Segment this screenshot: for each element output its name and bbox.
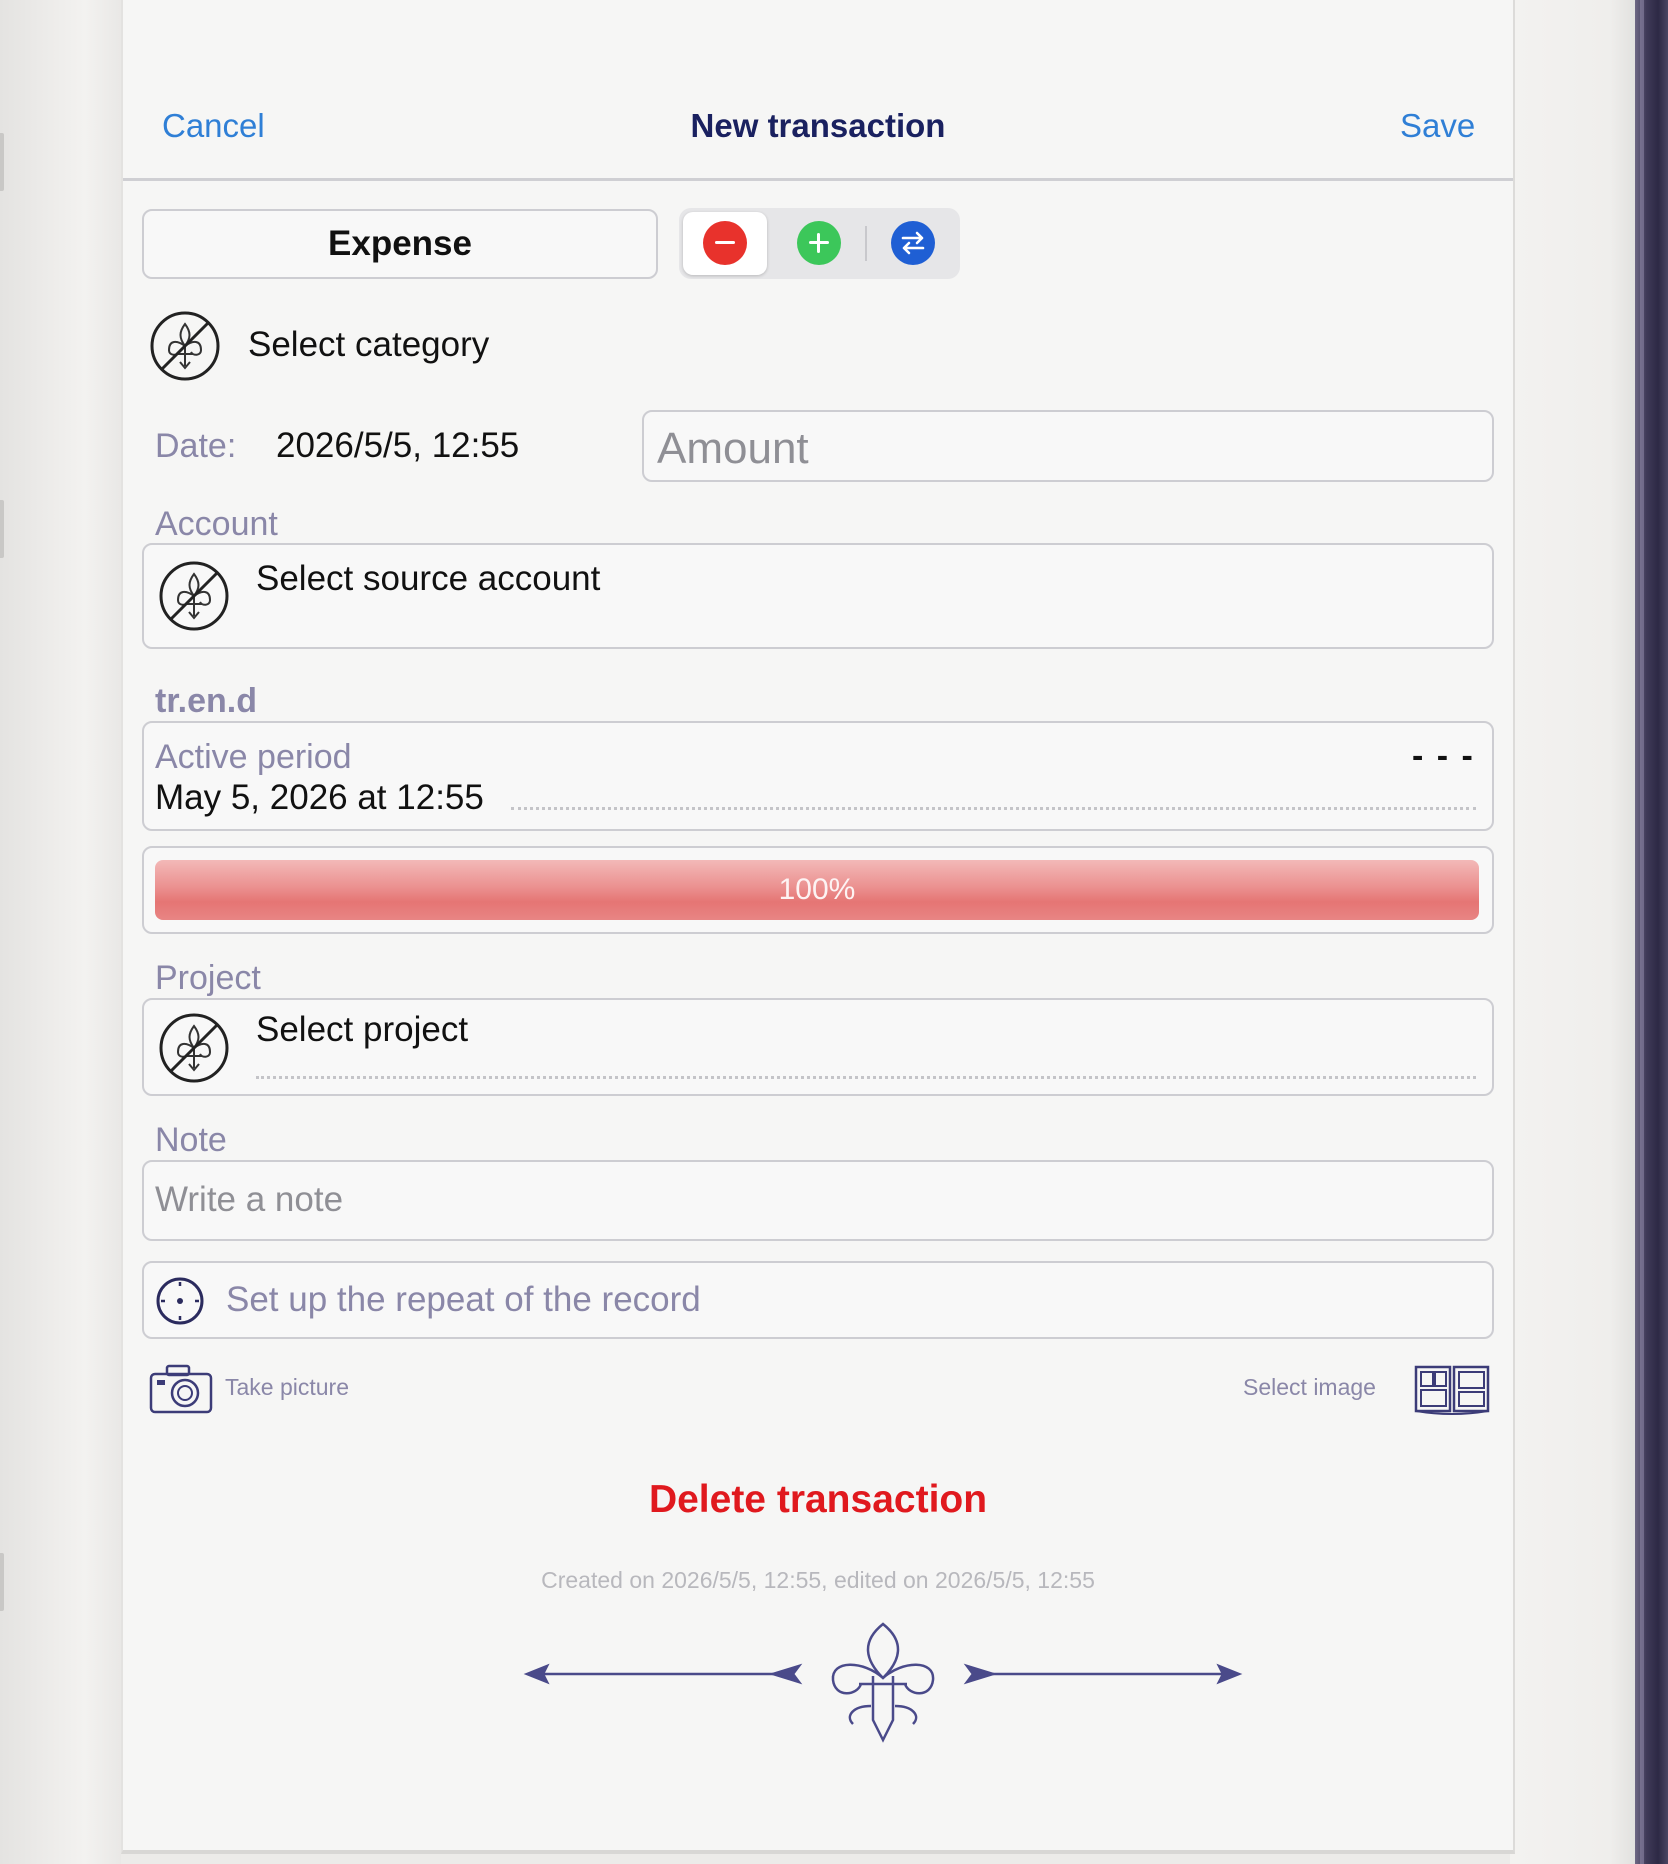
- active-period-end: - - -: [1412, 737, 1475, 775]
- type-segmented-control: [679, 208, 960, 279]
- type-field[interactable]: Expense: [142, 209, 658, 279]
- account-placeholder: Select source account: [256, 559, 601, 598]
- select-image-label: Select image: [1243, 1374, 1376, 1400]
- transfer-arrows-icon[interactable]: [891, 221, 935, 265]
- date-value[interactable]: 2026/5/5, 12:55: [276, 426, 519, 466]
- navigation-bar: Cancel New transaction Save: [123, 0, 1513, 181]
- background-right: [1510, 0, 1635, 1864]
- progress-label: 100%: [778, 873, 856, 906]
- account-select[interactable]: Select source account: [142, 543, 1494, 649]
- category-placeholder: Select category: [248, 325, 490, 364]
- active-period-field[interactable]: Active period May 5, 2026 at 12:55 - - -: [142, 721, 1494, 831]
- category-row[interactable]: Select category: [149, 310, 749, 382]
- camera-icon: [149, 1364, 213, 1414]
- active-period-label: Active period: [155, 738, 352, 776]
- note-placeholder: Write a note: [155, 1180, 344, 1219]
- record-metadata: Created on 2026/5/5, 12:55, edited on 20…: [541, 1567, 1095, 1593]
- edge-tab: [0, 133, 4, 191]
- project-dotted-line: [256, 1076, 1476, 1079]
- book-spine-edge: [1640, 0, 1644, 1864]
- nav-divider: [123, 178, 1513, 181]
- note-label: Note: [155, 1121, 227, 1159]
- amount-placeholder: Amount: [657, 424, 809, 473]
- amount-input[interactable]: Amount: [642, 410, 1494, 482]
- project-placeholder: Select project: [256, 1010, 469, 1049]
- save-button[interactable]: Save: [1400, 107, 1475, 145]
- type-label: Expense: [328, 224, 472, 263]
- delete-transaction-button[interactable]: Delete transaction: [123, 1478, 1513, 1522]
- expense-minus-icon[interactable]: [703, 221, 747, 265]
- background-left: [0, 0, 121, 1864]
- date-label: Date:: [155, 427, 237, 465]
- select-image-button[interactable]: Select image: [1243, 1360, 1497, 1418]
- progress-field: 100%: [142, 846, 1494, 934]
- edge-tab: [0, 500, 4, 558]
- active-period-value: May 5, 2026 at 12:55: [155, 778, 484, 817]
- project-label: Project: [155, 959, 261, 997]
- account-fleur-icon: [159, 561, 229, 631]
- account-label: Account: [155, 505, 278, 543]
- segment-divider: [865, 226, 867, 261]
- repeat-clock-icon: [156, 1277, 204, 1325]
- take-picture-label: Take picture: [225, 1374, 350, 1400]
- repeat-setup-button[interactable]: Set up the repeat of the record: [142, 1261, 1494, 1339]
- note-input[interactable]: Write a note: [142, 1160, 1494, 1241]
- fleur-ornament-icon: [523, 1622, 1243, 1743]
- project-select[interactable]: Select project: [142, 998, 1494, 1096]
- take-picture-button[interactable]: Take picture: [149, 1360, 409, 1418]
- repeat-label: Set up the repeat of the record: [226, 1280, 701, 1319]
- period-dotted-line: [511, 807, 1476, 810]
- category-fleur-icon: [150, 311, 220, 381]
- page-title: New transaction: [690, 107, 946, 144]
- photo-album-icon: [1414, 1365, 1490, 1415]
- edge-tab: [0, 1553, 4, 1611]
- transaction-sheet: Cancel New transaction Save Expense Sele…: [121, 0, 1515, 1854]
- income-plus-icon[interactable]: [797, 221, 841, 265]
- trend-label: tr.en.d: [155, 682, 258, 720]
- project-fleur-icon: [159, 1013, 229, 1083]
